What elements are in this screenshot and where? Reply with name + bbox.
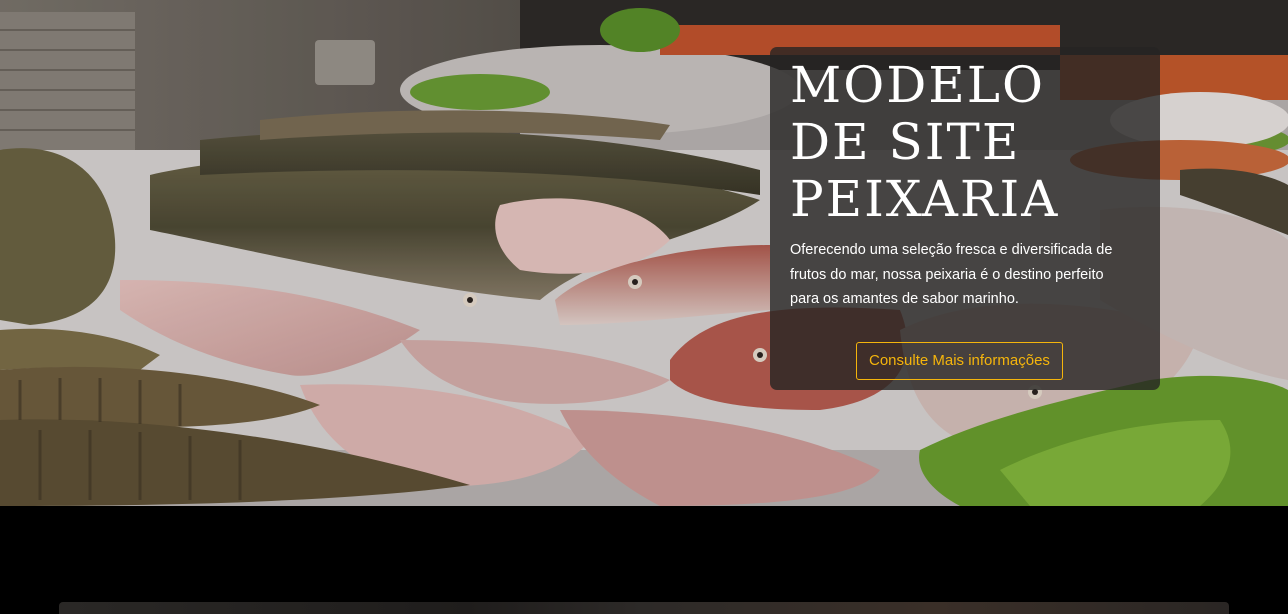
hero-card: MODELO DE SITE PEIXARIA Oferecendo uma s…: [770, 47, 1160, 390]
more-info-button[interactable]: Consulte Mais informações: [856, 342, 1063, 380]
hero-title: MODELO DE SITE PEIXARIA: [790, 57, 1140, 228]
section-spacer: [0, 506, 1288, 614]
next-section-wood-image: [59, 602, 1229, 614]
hero-section: MODELO DE SITE PEIXARIA Oferecendo uma s…: [0, 0, 1288, 506]
hero-title-line: DE SITE: [790, 113, 1021, 171]
hero-title-line: MODELO: [790, 56, 1045, 114]
hero-title-line: PEIXARIA: [790, 170, 1060, 228]
landing-page: MODELO DE SITE PEIXARIA Oferecendo uma s…: [0, 0, 1288, 614]
hero-description: Oferecendo uma seleção fresca e diversif…: [790, 242, 1113, 307]
